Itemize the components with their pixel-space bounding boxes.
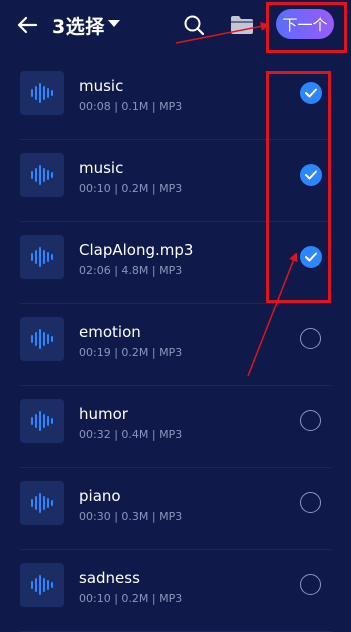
page-title[interactable]: 3选择: [52, 12, 105, 39]
file-meta: 00:10 | 0.2M | MP3: [79, 592, 183, 605]
file-meta: 00:08 | 0.1M | MP3: [79, 100, 183, 113]
file-name: sadness: [79, 569, 140, 587]
unselected-checkbox[interactable]: [300, 410, 321, 431]
dropdown-caret-icon[interactable]: [108, 20, 120, 27]
audio-thumbnail: [20, 481, 64, 525]
unselected-checkbox[interactable]: [300, 574, 321, 595]
file-meta: 00:30 | 0.3M | MP3: [79, 510, 183, 523]
file-name: emotion: [79, 323, 141, 341]
audio-thumbnail: [20, 71, 64, 115]
list-item[interactable]: emotion 00:19 | 0.2M | MP3: [0, 304, 351, 386]
file-name: ClapAlong.mp3: [79, 241, 194, 259]
audio-waveform-icon: [31, 411, 53, 431]
audio-waveform-icon: [31, 493, 53, 513]
folder-icon[interactable]: [230, 15, 254, 35]
file-meta: 00:19 | 0.2M | MP3: [79, 346, 183, 359]
list-item[interactable]: sadness 00:10 | 0.2M | MP3: [0, 550, 351, 632]
audio-thumbnail: [20, 153, 64, 197]
audio-waveform-icon: [31, 247, 53, 267]
file-meta: 00:32 | 0.4M | MP3: [79, 428, 183, 441]
annotation-box-next: [266, 2, 347, 53]
unselected-checkbox[interactable]: [300, 492, 321, 513]
audio-thumbnail: [20, 317, 64, 361]
search-icon[interactable]: [183, 14, 205, 36]
audio-waveform-icon: [31, 83, 53, 103]
audio-thumbnail: [20, 399, 64, 443]
audio-waveform-icon: [31, 575, 53, 595]
audio-thumbnail: [20, 563, 64, 607]
unselected-checkbox[interactable]: [300, 328, 321, 349]
file-name: humor: [79, 405, 128, 423]
file-meta: 02:06 | 4.8M | MP3: [79, 264, 183, 277]
file-name: piano: [79, 487, 121, 505]
audio-waveform-icon: [31, 165, 53, 185]
audio-thumbnail: [20, 235, 64, 279]
list-item[interactable]: piano 00:30 | 0.3M | MP3: [0, 468, 351, 550]
file-name: music: [79, 77, 124, 95]
annotation-box-checks: [266, 71, 331, 303]
list-item[interactable]: humor 00:32 | 0.4M | MP3: [0, 386, 351, 468]
back-arrow-icon[interactable]: [16, 14, 38, 36]
audio-waveform-icon: [31, 329, 53, 349]
file-name: music: [79, 159, 124, 177]
file-meta: 00:10 | 0.2M | MP3: [79, 182, 183, 195]
